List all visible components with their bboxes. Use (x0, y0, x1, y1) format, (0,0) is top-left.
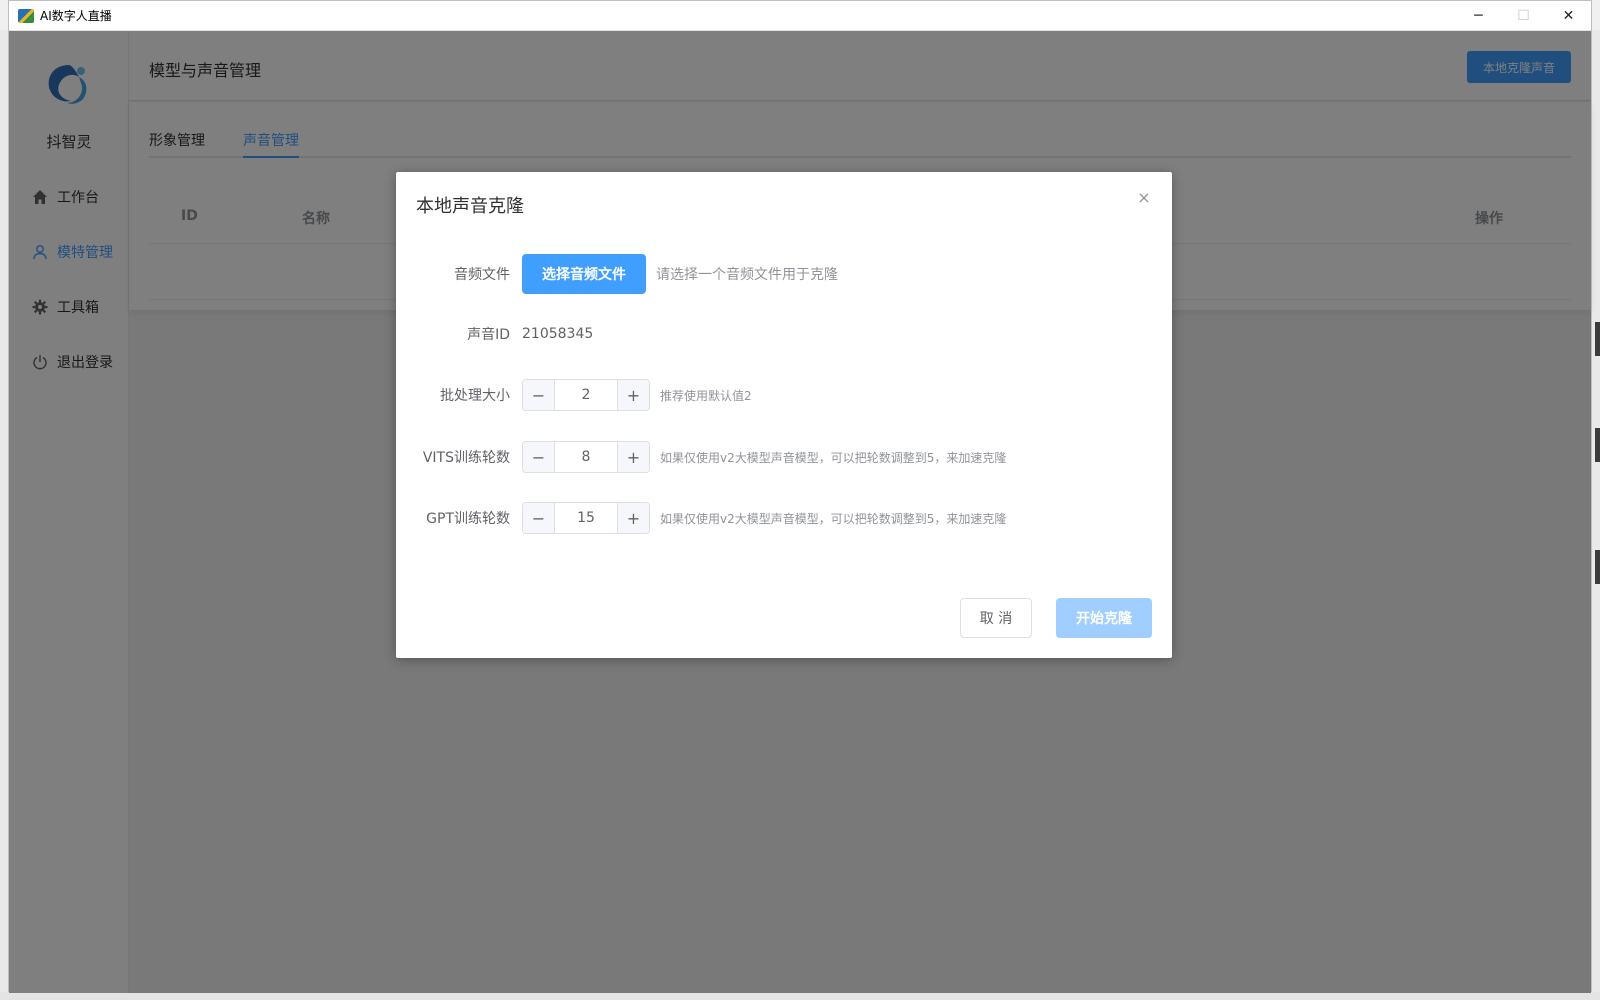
desktop-background-bottom (0, 992, 1600, 1000)
close-icon[interactable]: × (1136, 190, 1152, 206)
batch-size-stepper: − 2 + (522, 379, 650, 411)
window-controls: ─ ☐ ✕ (1456, 1, 1591, 31)
increment-button[interactable]: + (617, 380, 649, 410)
increment-button[interactable]: + (617, 503, 649, 533)
vits-epochs-tip: 如果仅使用v2大模型声音模型，可以把轮数调整到5，来加速克隆 (660, 450, 1007, 465)
minimize-button[interactable]: ─ (1456, 1, 1501, 31)
audio-file-tip: 请选择一个音频文件用于克隆 (656, 267, 838, 283)
voice-id-value: 21058345 (522, 326, 594, 342)
start-clone-button[interactable]: 开始克隆 (1056, 598, 1152, 638)
batch-size-label: 批处理大小 (440, 388, 510, 404)
audio-file-label: 音频文件 (454, 267, 510, 283)
desktop-fragment (1595, 550, 1600, 584)
gpt-epochs-stepper: − 15 + (522, 502, 650, 534)
local-voice-clone-dialog: 本地声音克隆 × 音频文件 选择音频文件 请选择一个音频文件用于克隆 声音ID … (396, 172, 1172, 658)
window-title: AI数字人直播 (40, 9, 112, 23)
maximize-button[interactable]: ☐ (1501, 1, 1546, 31)
increment-button[interactable]: + (617, 442, 649, 472)
form-row-voice-id: 声音ID 21058345 (416, 314, 1152, 354)
vits-epochs-label: VITS训练轮数 (422, 450, 510, 466)
form-row-audio-file: 音频文件 选择音频文件 请选择一个音频文件用于克隆 (416, 254, 1152, 294)
voice-id-label: 声音ID (467, 327, 510, 343)
batch-size-input[interactable]: 2 (555, 380, 617, 410)
dialog-footer: 取 消 开始克隆 (960, 598, 1152, 638)
select-audio-file-button[interactable]: 选择音频文件 (522, 254, 646, 294)
cancel-button[interactable]: 取 消 (960, 598, 1032, 638)
gpt-epochs-label: GPT训练轮数 (426, 511, 510, 527)
decrement-button[interactable]: − (523, 503, 555, 533)
form-row-vits-epochs: VITS训练轮数 − 8 + 如果仅使用v2大模型声音模型，可以把轮数调整到5，… (416, 437, 1152, 477)
gpt-epochs-tip: 如果仅使用v2大模型声音模型，可以把轮数调整到5，来加速克隆 (660, 511, 1007, 526)
app-icon (18, 8, 34, 23)
gpt-epochs-input[interactable]: 15 (555, 503, 617, 533)
dialog-title: 本地声音克隆 (416, 196, 524, 217)
desktop-fragment (1595, 428, 1600, 462)
batch-size-tip: 推荐使用默认值2 (660, 388, 752, 403)
decrement-button[interactable]: − (523, 380, 555, 410)
desktop-fragment (1595, 322, 1600, 356)
vits-epochs-stepper: − 8 + (522, 441, 650, 473)
title-bar[interactable]: AI数字人直播 ─ ☐ ✕ (9, 1, 1591, 31)
form-row-gpt-epochs: GPT训练轮数 − 15 + 如果仅使用v2大模型声音模型，可以把轮数调整到5，… (416, 498, 1152, 538)
close-window-button[interactable]: ✕ (1546, 1, 1591, 31)
decrement-button[interactable]: − (523, 442, 555, 472)
form-row-batch-size: 批处理大小 − 2 + 推荐使用默认值2 (416, 375, 1152, 415)
desktop-background-left (0, 30, 8, 1000)
desktop-background-right (1592, 30, 1600, 1000)
vits-epochs-input[interactable]: 8 (555, 442, 617, 472)
